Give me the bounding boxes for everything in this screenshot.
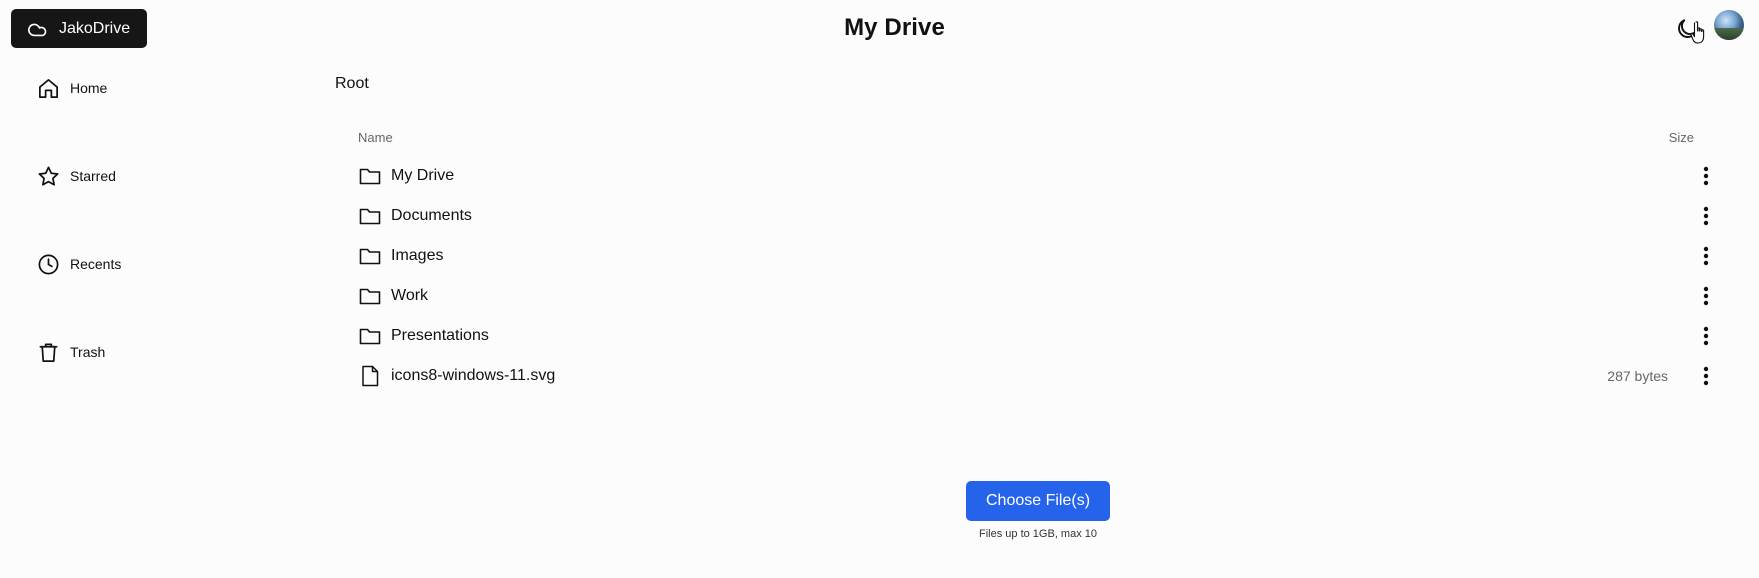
avatar[interactable]: [1714, 10, 1744, 40]
row-name: icons8-windows-11.svg: [391, 367, 556, 384]
table-row[interactable]: My Drive: [358, 158, 1718, 194]
kebab-menu-icon: [1703, 286, 1709, 306]
page-title: My Drive: [844, 14, 945, 41]
kebab-menu-icon: [1703, 326, 1709, 346]
table-row[interactable]: Documents: [358, 198, 1718, 234]
hand-cursor-icon: [1690, 21, 1705, 44]
kebab-menu-icon: [1703, 246, 1709, 266]
more-options-button[interactable]: [1694, 204, 1718, 228]
trash-icon: [39, 342, 58, 362]
folder-icon: [359, 208, 381, 225]
table-row[interactable]: Images: [358, 238, 1718, 274]
sidebar-item-trash[interactable]: Trash: [37, 337, 105, 367]
kebab-menu-icon: [1703, 206, 1709, 226]
sidebar-item-starred[interactable]: Starred: [37, 161, 116, 191]
sidebar-item-label: Home: [70, 80, 108, 96]
home-icon: [39, 78, 58, 98]
row-name: Work: [391, 287, 429, 304]
star-icon: [38, 166, 59, 186]
sidebar-item-home[interactable]: Home: [37, 73, 107, 103]
kebab-menu-icon: [1703, 366, 1709, 386]
file-icon: [362, 365, 379, 387]
folder-icon: [359, 328, 381, 345]
row-name: Documents: [391, 207, 472, 224]
sidebar-item-label: Recents: [70, 256, 122, 272]
top-bar: JakoDrive My Drive: [0, 0, 1759, 58]
table-row[interactable]: icons8-windows-11.svg 287 bytes: [358, 358, 1718, 394]
sidebar-item-label: Trash: [70, 344, 106, 360]
column-header-size[interactable]: Size: [1669, 130, 1694, 145]
sidebar-item-recents[interactable]: Recents: [37, 249, 121, 279]
more-options-button[interactable]: [1694, 244, 1718, 268]
clock-icon: [38, 254, 59, 274]
table-row[interactable]: Work: [358, 278, 1718, 314]
more-options-button[interactable]: [1694, 324, 1718, 348]
row-name: Presentations: [391, 327, 489, 344]
sidebar-item-label: Starred: [70, 168, 116, 184]
column-header-name[interactable]: Name: [358, 130, 393, 145]
more-options-button[interactable]: [1694, 364, 1718, 388]
table-row[interactable]: Presentations: [358, 318, 1718, 354]
folder-icon: [359, 168, 381, 185]
row-name: My Drive: [391, 167, 455, 184]
folder-icon: [359, 248, 381, 265]
more-options-button[interactable]: [1694, 164, 1718, 188]
upload-hint: Files up to 1GB, max 10: [979, 528, 1097, 540]
kebab-menu-icon: [1703, 166, 1709, 186]
more-options-button[interactable]: [1694, 284, 1718, 308]
breadcrumb[interactable]: Root: [335, 75, 369, 93]
choose-files-button[interactable]: Choose File(s): [966, 481, 1110, 521]
folder-icon: [359, 288, 381, 305]
row-size: 287 bytes: [1607, 368, 1668, 384]
row-name: Images: [391, 247, 444, 264]
